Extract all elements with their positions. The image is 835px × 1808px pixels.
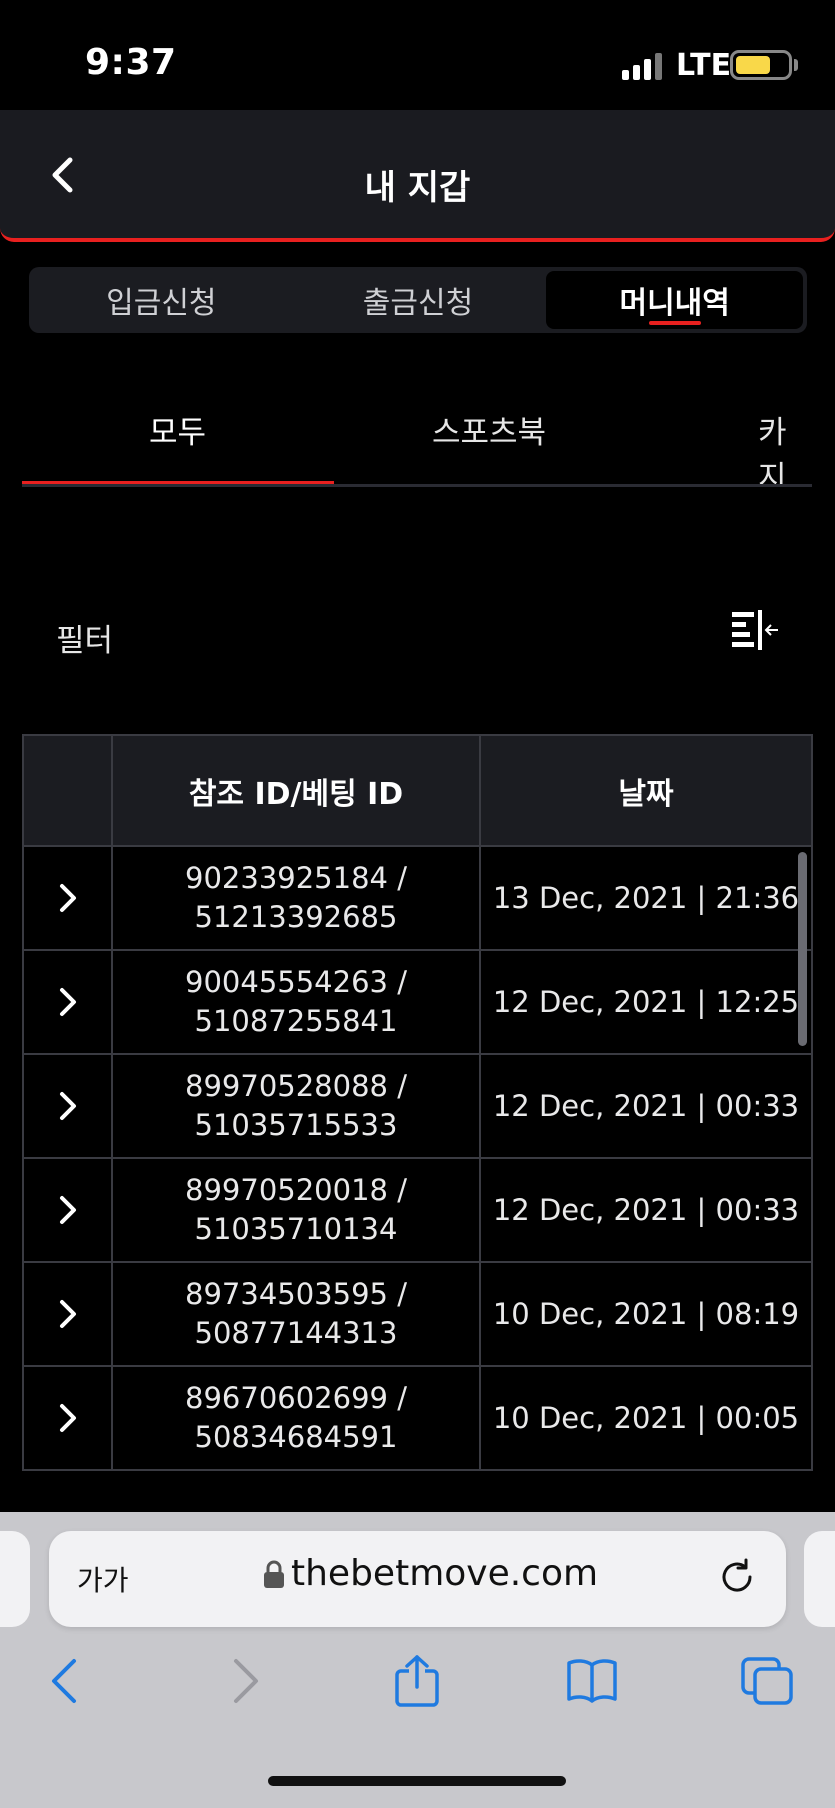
history-table: 참조 ID/베팅 ID 날짜 90233925184 / 51213392685 1…: [22, 734, 813, 1489]
reference-id-cell: 89734503595 / 50877144313: [113, 1263, 481, 1365]
table-header: 참조 ID/베팅 ID 날짜: [22, 734, 813, 847]
app-header: 내 지갑: [0, 110, 835, 242]
filter-label: 필터: [56, 623, 114, 659]
tabs-icon[interactable]: [741, 1655, 793, 1707]
reference-id: 90233925184 /: [185, 861, 407, 895]
address-bar[interactable]: 가가 thebetmove.com: [49, 1531, 786, 1627]
tab-label: 입금신청: [106, 286, 217, 321]
chevron-right-icon[interactable]: [53, 1086, 83, 1126]
category-tab-all[interactable]: 모두: [149, 407, 206, 452]
tab-label: 출금신청: [362, 286, 474, 321]
chevron-right-icon[interactable]: [53, 878, 83, 918]
bet-id: 51087255841: [194, 1004, 398, 1038]
table-row[interactable]: 90045554263 / 51087255841 12 Dec, 2021 | 1…: [22, 951, 813, 1055]
scrollbar[interactable]: [798, 852, 807, 1046]
table-body: 90233925184 / 51213392685 13 Dec, 2021 | 2…: [22, 847, 813, 1471]
reference-id: 89970520018 /: [185, 1173, 407, 1207]
row-expand-cell[interactable]: [24, 951, 113, 1053]
chevron-right-icon[interactable]: [53, 1294, 83, 1334]
chevron-right-icon[interactable]: [53, 982, 83, 1022]
row-expand-cell[interactable]: [24, 1263, 113, 1365]
header-expand: [24, 736, 113, 845]
reference-id-cell: 89970528088 / 51035715533: [113, 1055, 481, 1157]
filter-icon[interactable]: [728, 608, 780, 654]
active-tab-indicator: [648, 321, 701, 325]
row-expand-cell[interactable]: [24, 1159, 113, 1261]
reference-id-cell: 90233925184 / 51213392685: [113, 847, 481, 949]
reference-id: 89734503595 /: [185, 1277, 407, 1311]
signal-icon: [622, 52, 664, 80]
battery-tip: [794, 59, 798, 71]
bookmarks-icon[interactable]: [566, 1655, 618, 1707]
page-title: 내 지갑: [364, 168, 471, 208]
home-indicator: [268, 1776, 566, 1786]
reference-id-cell: 89970520018 / 51035710134: [113, 1159, 481, 1261]
table-row[interactable]: 89670602699 / 50834684591 10 Dec, 2021 | 0…: [22, 1367, 813, 1471]
tab-deposit-request[interactable]: 입금신청: [33, 271, 290, 329]
chevron-right-icon[interactable]: [53, 1398, 83, 1438]
tab-withdraw-request[interactable]: 출금신청: [290, 271, 547, 329]
date-cell: 12 Dec, 2021 | 00:33: [492, 1192, 800, 1227]
bet-id: 51035710134: [194, 1212, 398, 1246]
reference-id: 90045554263 /: [185, 965, 407, 999]
table-row[interactable]: 89970520018 / 51035710134 12 Dec, 2021 | 0…: [22, 1159, 813, 1263]
tab-money-history[interactable]: 머니내역: [546, 271, 804, 329]
browser-back-icon[interactable]: [40, 1655, 92, 1707]
reference-id-cell: 90045554263 / 51087255841: [113, 951, 481, 1053]
row-expand-cell[interactable]: [24, 847, 113, 949]
category-tab-sportsbook[interactable]: 스포츠북: [432, 407, 546, 452]
category-tab-casino[interactable]: 카지: [758, 407, 812, 484]
row-expand-cell[interactable]: [24, 1055, 113, 1157]
next-tab-card[interactable]: [804, 1531, 835, 1627]
bet-id: 51035715533: [194, 1108, 398, 1142]
row-expand-cell[interactable]: [24, 1367, 113, 1469]
table-row[interactable]: 90233925184 / 51213392685 13 Dec, 2021 | 2…: [22, 847, 813, 951]
date-cell: 13 Dec, 2021 | 21:36: [492, 880, 800, 915]
date-cell: 12 Dec, 2021 | 12:25: [492, 984, 800, 1019]
table-row[interactable]: 89734503595 / 50877144313 10 Dec, 2021 | 0…: [22, 1263, 813, 1367]
share-icon[interactable]: [391, 1655, 443, 1707]
reference-id-cell: 89670602699 / 50834684591: [113, 1367, 481, 1469]
bet-id: 50834684591: [194, 1420, 398, 1454]
network-label: LTE: [676, 48, 732, 83]
date-cell: 10 Dec, 2021 | 00:05: [492, 1400, 800, 1435]
reference-id: 89670602699 /: [185, 1381, 407, 1415]
wallet-tabs: 입금신청 출금신청 머니내역: [29, 267, 807, 333]
header-date: 날짜: [618, 776, 674, 812]
bet-id: 50877144313: [194, 1316, 398, 1350]
category-tab-indicator: [22, 481, 334, 484]
status-time: 9:37: [85, 42, 177, 83]
bet-id: 51213392685: [194, 900, 398, 934]
url-text: thebetmove.com: [291, 1553, 599, 1594]
category-tabs: 모두 스포츠북 카지: [22, 395, 812, 487]
date-cell: 12 Dec, 2021 | 00:33: [492, 1088, 800, 1123]
browser-forward-icon[interactable]: [218, 1655, 270, 1707]
reference-id: 89970528088 /: [185, 1069, 407, 1103]
page-settings-button[interactable]: 가가: [77, 1559, 129, 1599]
reload-icon[interactable]: [717, 1557, 757, 1597]
battery-icon: [730, 50, 792, 80]
chevron-right-icon[interactable]: [53, 1190, 83, 1230]
tab-label: 머니내역: [619, 286, 730, 321]
header-reference-id: 참조 ID/베팅 ID: [113, 736, 481, 845]
lock-icon: [264, 1560, 284, 1588]
table-row[interactable]: 89970528088 / 51035715533 12 Dec, 2021 | 0…: [22, 1055, 813, 1159]
status-bar: 9:37 LTE: [0, 0, 835, 110]
previous-tab-card[interactable]: [0, 1531, 30, 1627]
date-cell: 10 Dec, 2021 | 08:19: [492, 1296, 800, 1331]
